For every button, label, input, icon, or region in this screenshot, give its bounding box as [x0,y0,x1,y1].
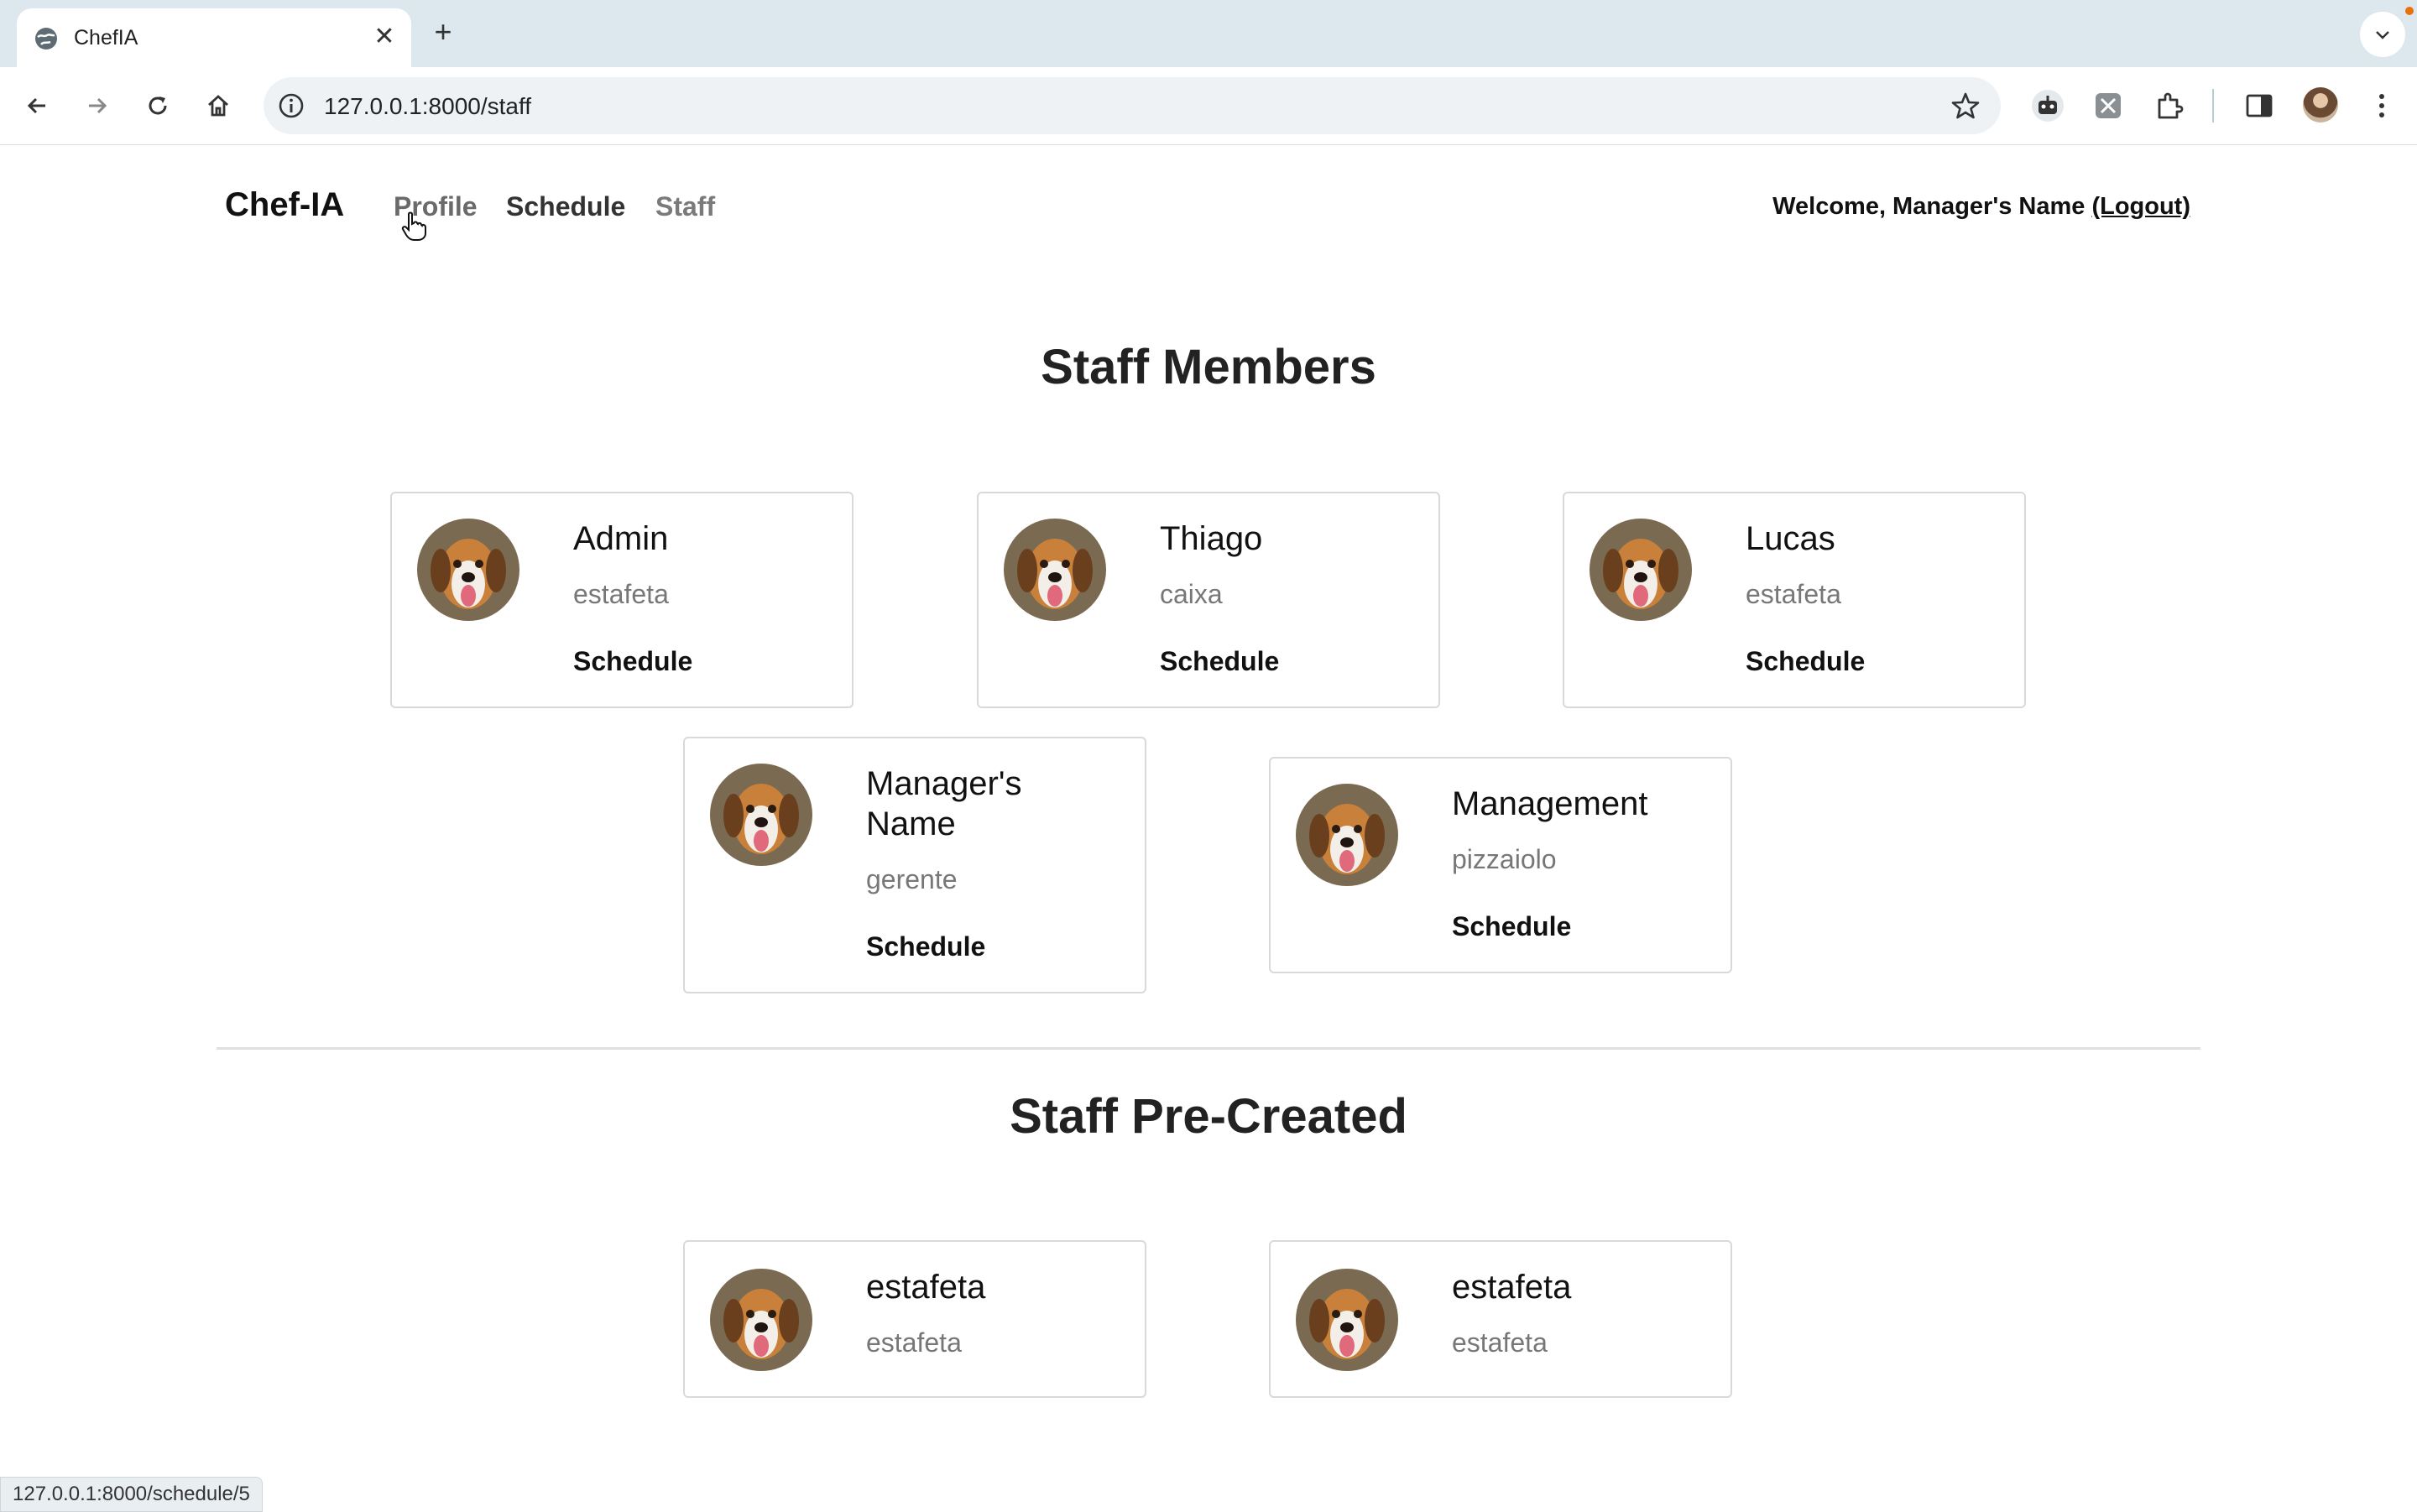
url-text[interactable]: 127.0.0.1:8000/staff [324,93,531,120]
forward-arrow-icon [89,97,107,114]
dog-avatar-icon [1296,1269,1398,1371]
brand-logo[interactable]: Chef-IA [225,186,344,224]
staff-role: estafeta [573,579,669,609]
staff-name: Lucas [1746,520,1835,557]
tab-search-button[interactable] [2360,12,2405,57]
staff-members-title: Staff Members [1041,340,1376,394]
precreated-card: estafeta estafeta [1269,1240,1732,1398]
staff-name: Manager's Name [866,765,1022,842]
dog-avatar-icon [1590,519,1692,621]
staff-card: Admin estafeta Schedule [390,492,854,708]
reload-button[interactable] [138,86,178,126]
toolbar-divider [2212,89,2214,123]
site-info-icon[interactable] [277,91,305,120]
menu-kebab-icon[interactable] [2367,87,2404,124]
profile-avatar[interactable] [2303,87,2338,123]
globe-icon [34,26,59,51]
schedule-link[interactable]: Schedule [1746,646,1865,677]
staff-card: Lucas estafeta Schedule [1563,492,2026,708]
staff-role: caixa [1160,579,1223,609]
hand-cursor-icon [401,211,426,241]
section-divider [217,1047,2200,1050]
reload-icon [149,96,167,115]
staff-card: Manager's Name gerente Schedule [683,737,1146,993]
dog-avatar-icon [1004,519,1106,621]
puzzle-extensions-icon[interactable] [2151,87,2188,124]
forward-button[interactable] [77,86,117,126]
staff-card: Thiago caixa Schedule [977,492,1440,708]
staff-name: Admin [573,520,669,557]
notification-dot [2405,7,2414,15]
staff-role: estafeta [1746,579,1841,609]
dog-avatar-icon [1296,784,1398,886]
browser-tab-bar: ChefIA ✕ + [0,0,2417,67]
staff-role: gerente [866,864,958,894]
back-button[interactable] [17,86,57,126]
staff-role: pizzaiolo [1452,844,1557,874]
welcome-message: Welcome, Manager's Name (Logout) [1772,193,2190,221]
schedule-link[interactable]: Schedule [573,646,692,677]
tab-title: ChefIA [74,26,138,50]
back-arrow-icon [27,97,45,114]
nav-staff-link[interactable]: Staff [655,191,715,222]
dog-avatar-icon [417,519,519,621]
schedule-link[interactable]: Schedule [1452,911,1571,942]
home-button[interactable] [198,86,238,126]
staff-name: estafeta [1452,1269,1572,1306]
close-tab-icon[interactable]: ✕ [368,20,401,54]
bookmark-star-icon[interactable] [1950,91,1981,125]
staff-role: estafeta [866,1327,962,1358]
dog-avatar-icon [710,764,812,866]
staff-name: Thiago [1160,520,1263,557]
new-tab-button[interactable]: + [426,15,460,49]
welcome-text: Welcome, Manager's Name [1772,193,2092,220]
schedule-link[interactable]: Schedule [1160,646,1279,677]
home-icon [208,95,228,117]
browser-toolbar: 127.0.0.1:8000/staff [0,67,2417,145]
nav-schedule-link[interactable]: Schedule [506,191,625,222]
extension-icon[interactable] [2090,87,2127,124]
chevron-down-icon [2376,31,2389,39]
status-bar-url: 127.0.0.1:8000/schedule/5 [0,1477,263,1512]
address-bar[interactable]: 127.0.0.1:8000/staff [264,77,2001,134]
browser-tab[interactable]: ChefIA ✕ [17,8,411,67]
staff-precreated-title: Staff Pre-Created [1010,1089,1407,1144]
staff-card: Management pizzaiolo Schedule [1269,757,1732,973]
precreated-card: estafeta estafeta [683,1240,1146,1398]
robot-extension-icon[interactable] [2029,87,2066,124]
schedule-link[interactable]: Schedule [866,931,985,962]
dog-avatar-icon [710,1269,812,1371]
side-panel-icon[interactable] [2241,87,2278,124]
staff-role: estafeta [1452,1327,1548,1358]
logout-link[interactable]: (Logout) [2091,193,2190,220]
staff-name: Management [1452,785,1648,822]
staff-name: estafeta [866,1269,986,1306]
